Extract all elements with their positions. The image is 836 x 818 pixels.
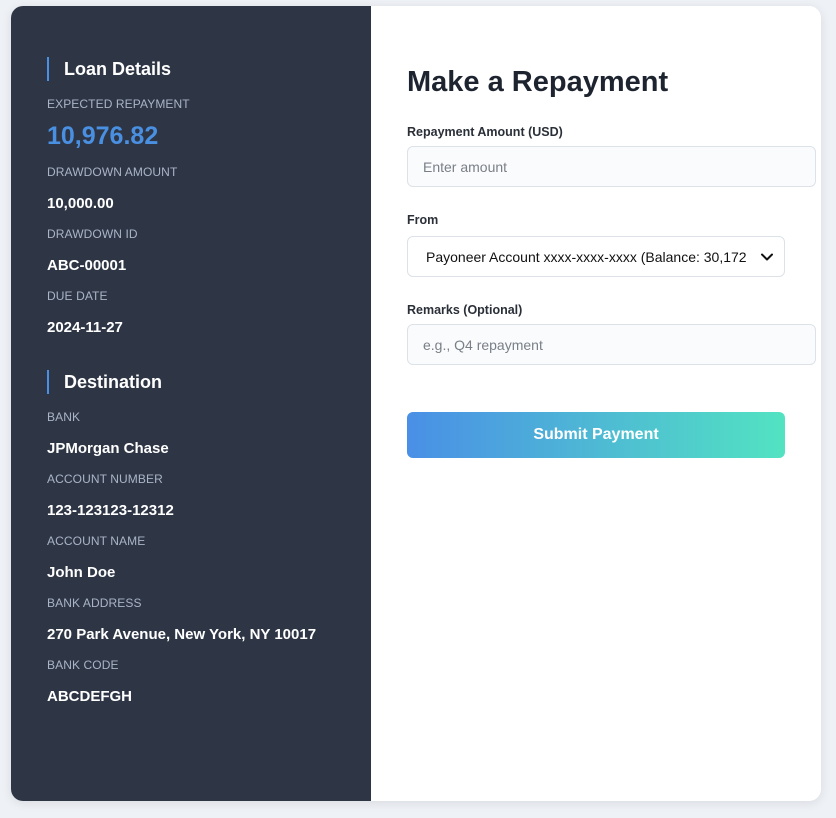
- account-name-value: John Doe: [47, 564, 116, 581]
- chevron-down-icon: [761, 253, 773, 260]
- bank-address-label: BANK ADDRESS: [47, 596, 142, 610]
- expected-repayment-label: EXPECTED REPAYMENT: [47, 97, 190, 111]
- page-title: Make a Repayment: [407, 66, 669, 98]
- remarks-input[interactable]: [407, 324, 816, 365]
- repayment-form: Make a Repayment Repayment Amount (USD) …: [371, 6, 821, 801]
- from-account-select[interactable]: Payoneer Account xxxx-xxxx-xxxx (Balance…: [407, 236, 785, 277]
- bank-label: BANK: [47, 410, 81, 424]
- bank-code-value: ABCDEFGH: [47, 688, 132, 705]
- drawdown-amount-value: 10,000.00: [47, 195, 114, 212]
- expected-repayment-value: 10,976.82: [47, 122, 159, 150]
- amount-input[interactable]: [407, 146, 816, 187]
- loan-sidebar: Loan Details EXPECTED REPAYMENT 10,976.8…: [11, 6, 371, 801]
- bank-code-label: BANK CODE: [47, 658, 119, 672]
- submit-payment-button[interactable]: Submit Payment: [407, 412, 785, 458]
- from-account-selected: Payoneer Account xxxx-xxxx-xxxx (Balance…: [426, 248, 747, 265]
- loan-details-heading: Loan Details: [47, 57, 371, 81]
- due-date-value: 2024-11-27: [47, 319, 123, 336]
- destination-heading: Destination: [47, 370, 371, 394]
- from-label: From: [407, 213, 439, 227]
- account-name-label: ACCOUNT NAME: [47, 534, 146, 548]
- account-number-value: 123-123123-12312: [47, 502, 174, 519]
- drawdown-id-value: ABC-00001: [47, 257, 127, 274]
- bank-value: JPMorgan Chase: [47, 440, 169, 457]
- remarks-label: Remarks (Optional): [407, 303, 523, 317]
- due-date-label: DUE DATE: [47, 289, 108, 303]
- drawdown-amount-label: DRAWDOWN AMOUNT: [47, 165, 178, 179]
- account-number-label: ACCOUNT NUMBER: [47, 472, 163, 486]
- bank-address-value: 270 Park Avenue, New York, NY 10017: [47, 626, 317, 643]
- amount-label: Repayment Amount (USD): [407, 125, 563, 139]
- drawdown-id-label: DRAWDOWN ID: [47, 227, 138, 241]
- repayment-card: Loan Details EXPECTED REPAYMENT 10,976.8…: [11, 6, 821, 801]
